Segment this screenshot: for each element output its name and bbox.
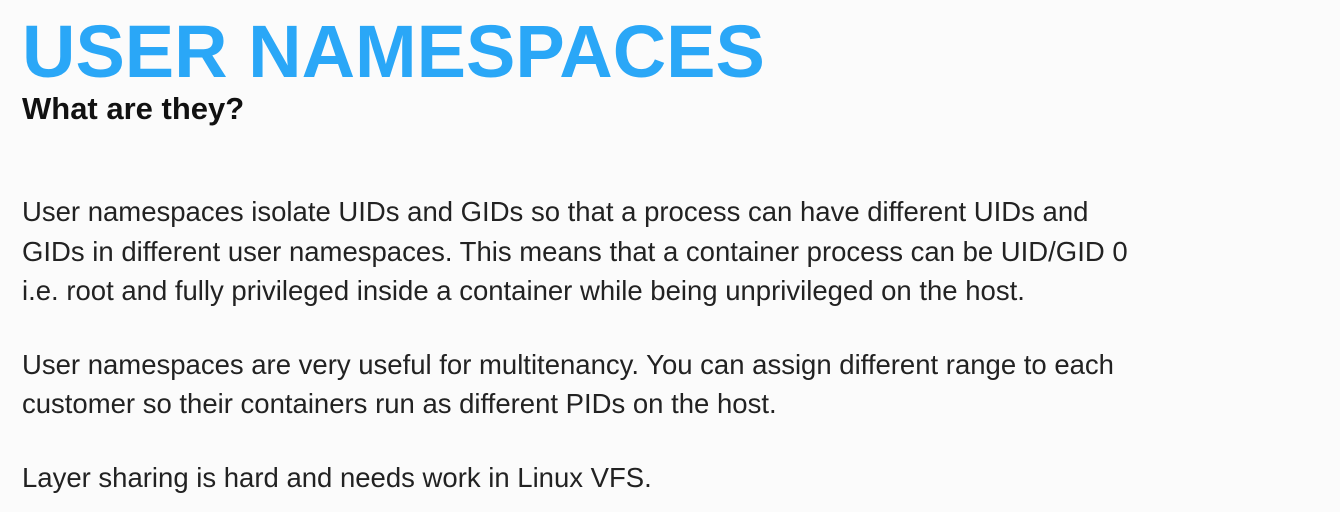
slide: USER NAMESPACES What are they? User name…	[0, 0, 1340, 512]
paragraph-line: i.e. root and fully privileged inside a …	[22, 275, 1025, 306]
slide-title: USER NAMESPACES	[22, 10, 765, 93]
slide-body: User namespaces isolate UIDs and GIDs so…	[22, 192, 1322, 497]
slide-subtitle: What are they?	[22, 91, 245, 126]
paragraph-layer-sharing: Layer sharing is hard and needs work in …	[22, 458, 1322, 498]
paragraph-line: Layer sharing is hard and needs work in …	[22, 461, 652, 493]
paragraph-line: User namespaces are very useful for mult…	[22, 348, 1114, 380]
paragraph-uid-gid-isolation: User namespaces isolate UIDs and GIDs so…	[22, 192, 1322, 311]
paragraph-line: GIDs in different user namespaces. This …	[22, 235, 1128, 267]
paragraph-multitenancy: User namespaces are very useful for mult…	[22, 345, 1322, 424]
paragraph-line: customer so their containers run as diff…	[22, 388, 777, 419]
paragraph-line: User namespaces isolate UIDs and GIDs so…	[22, 196, 1089, 227]
